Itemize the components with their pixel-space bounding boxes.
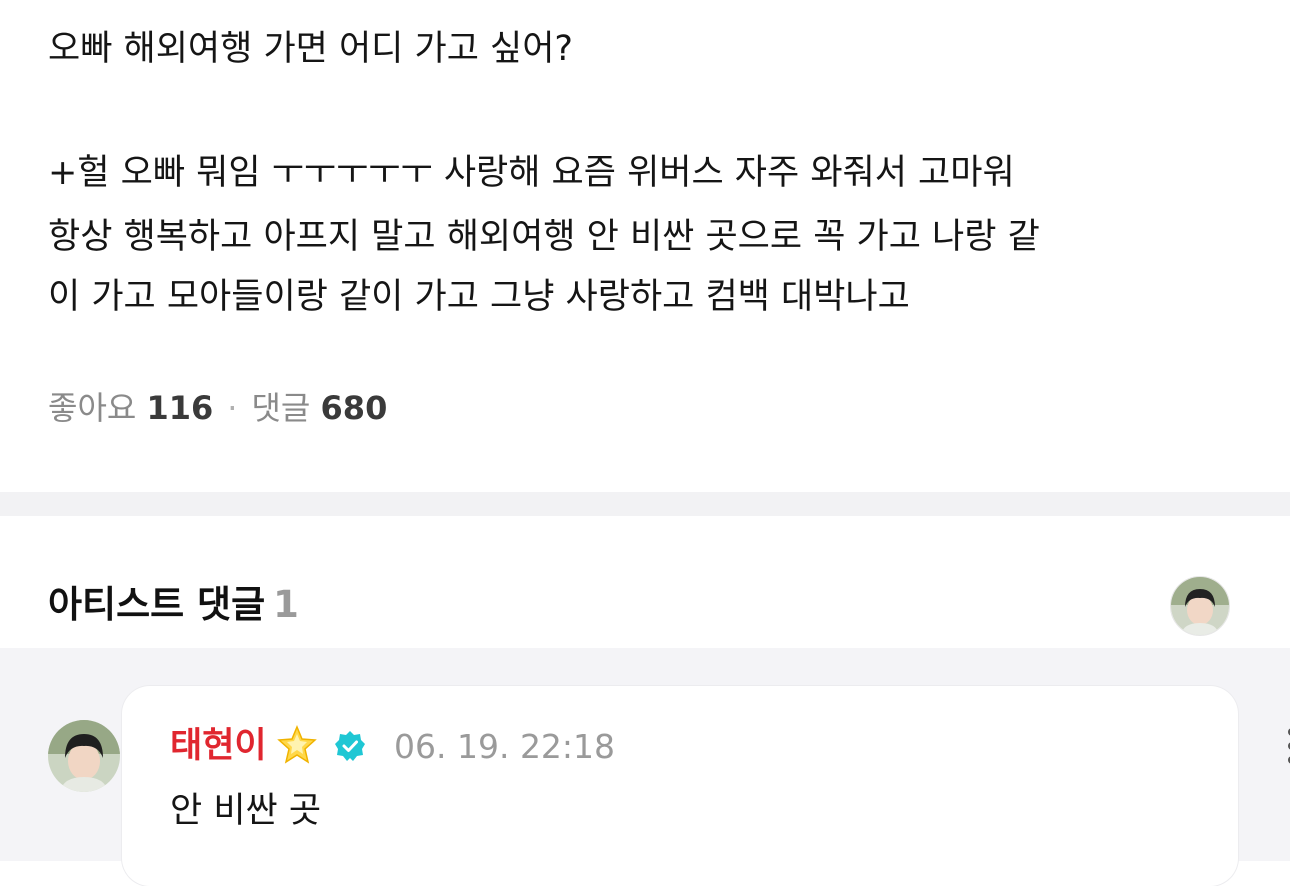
comments-count[interactable]: 680 — [321, 389, 388, 427]
artist-comments-header: 아티스트 댓글 1 — [0, 516, 1290, 648]
artist-comments-count: 1 — [273, 583, 299, 626]
post-line: 이 가고 모아들이랑 같이 가고 그냥 사랑하고 컴백 대박나고 — [48, 277, 910, 317]
section-title: 아티스트 댓글 1 — [48, 582, 299, 628]
artist-avatar[interactable] — [1170, 576, 1230, 636]
avatar-image — [48, 720, 120, 792]
more-vertical-icon[interactable] — [1282, 726, 1290, 766]
post-stats: 좋아요 116 · 댓글 680 — [48, 386, 387, 430]
avatar-image — [1171, 577, 1229, 635]
post-line: +헐 오빠 뭐임 ㅜㅜㅜㅜㅜ 사랑해 요즘 위버스 자주 와줘서 고마워 — [48, 153, 1015, 193]
stats-separator: · — [227, 389, 238, 427]
comment-text: 안 비싼 곳 — [170, 791, 322, 831]
artist-comments-title: 아티스트 댓글 — [48, 583, 266, 626]
star-icon — [277, 725, 317, 764]
commenter-avatar[interactable] — [48, 720, 120, 792]
post-line: 항상 행복하고 아프지 말고 해외여행 안 비싼 곳으로 꼭 가고 나랑 같 — [48, 217, 1040, 257]
likes-label[interactable]: 좋아요 — [48, 389, 136, 427]
comment-timestamp: 06. 19. 22:18 — [394, 727, 616, 766]
post-line: 오빠 해외여행 가면 어디 가고 싶어? — [48, 29, 574, 69]
post-content: 오빠 해외여행 가면 어디 가고 싶어? +헐 오빠 뭐임 ㅜㅜㅜㅜㅜ 사랑해 … — [0, 0, 1290, 492]
verified-check-icon — [335, 731, 365, 761]
comments-label[interactable]: 댓글 — [251, 389, 310, 427]
section-divider — [0, 492, 1290, 516]
comment-content: 태현이 06. 19. 22:18 안 비싼 곳 — [122, 648, 1290, 861]
likes-count[interactable]: 116 — [147, 389, 214, 427]
comment-author[interactable]: 태현이 — [170, 724, 267, 768]
